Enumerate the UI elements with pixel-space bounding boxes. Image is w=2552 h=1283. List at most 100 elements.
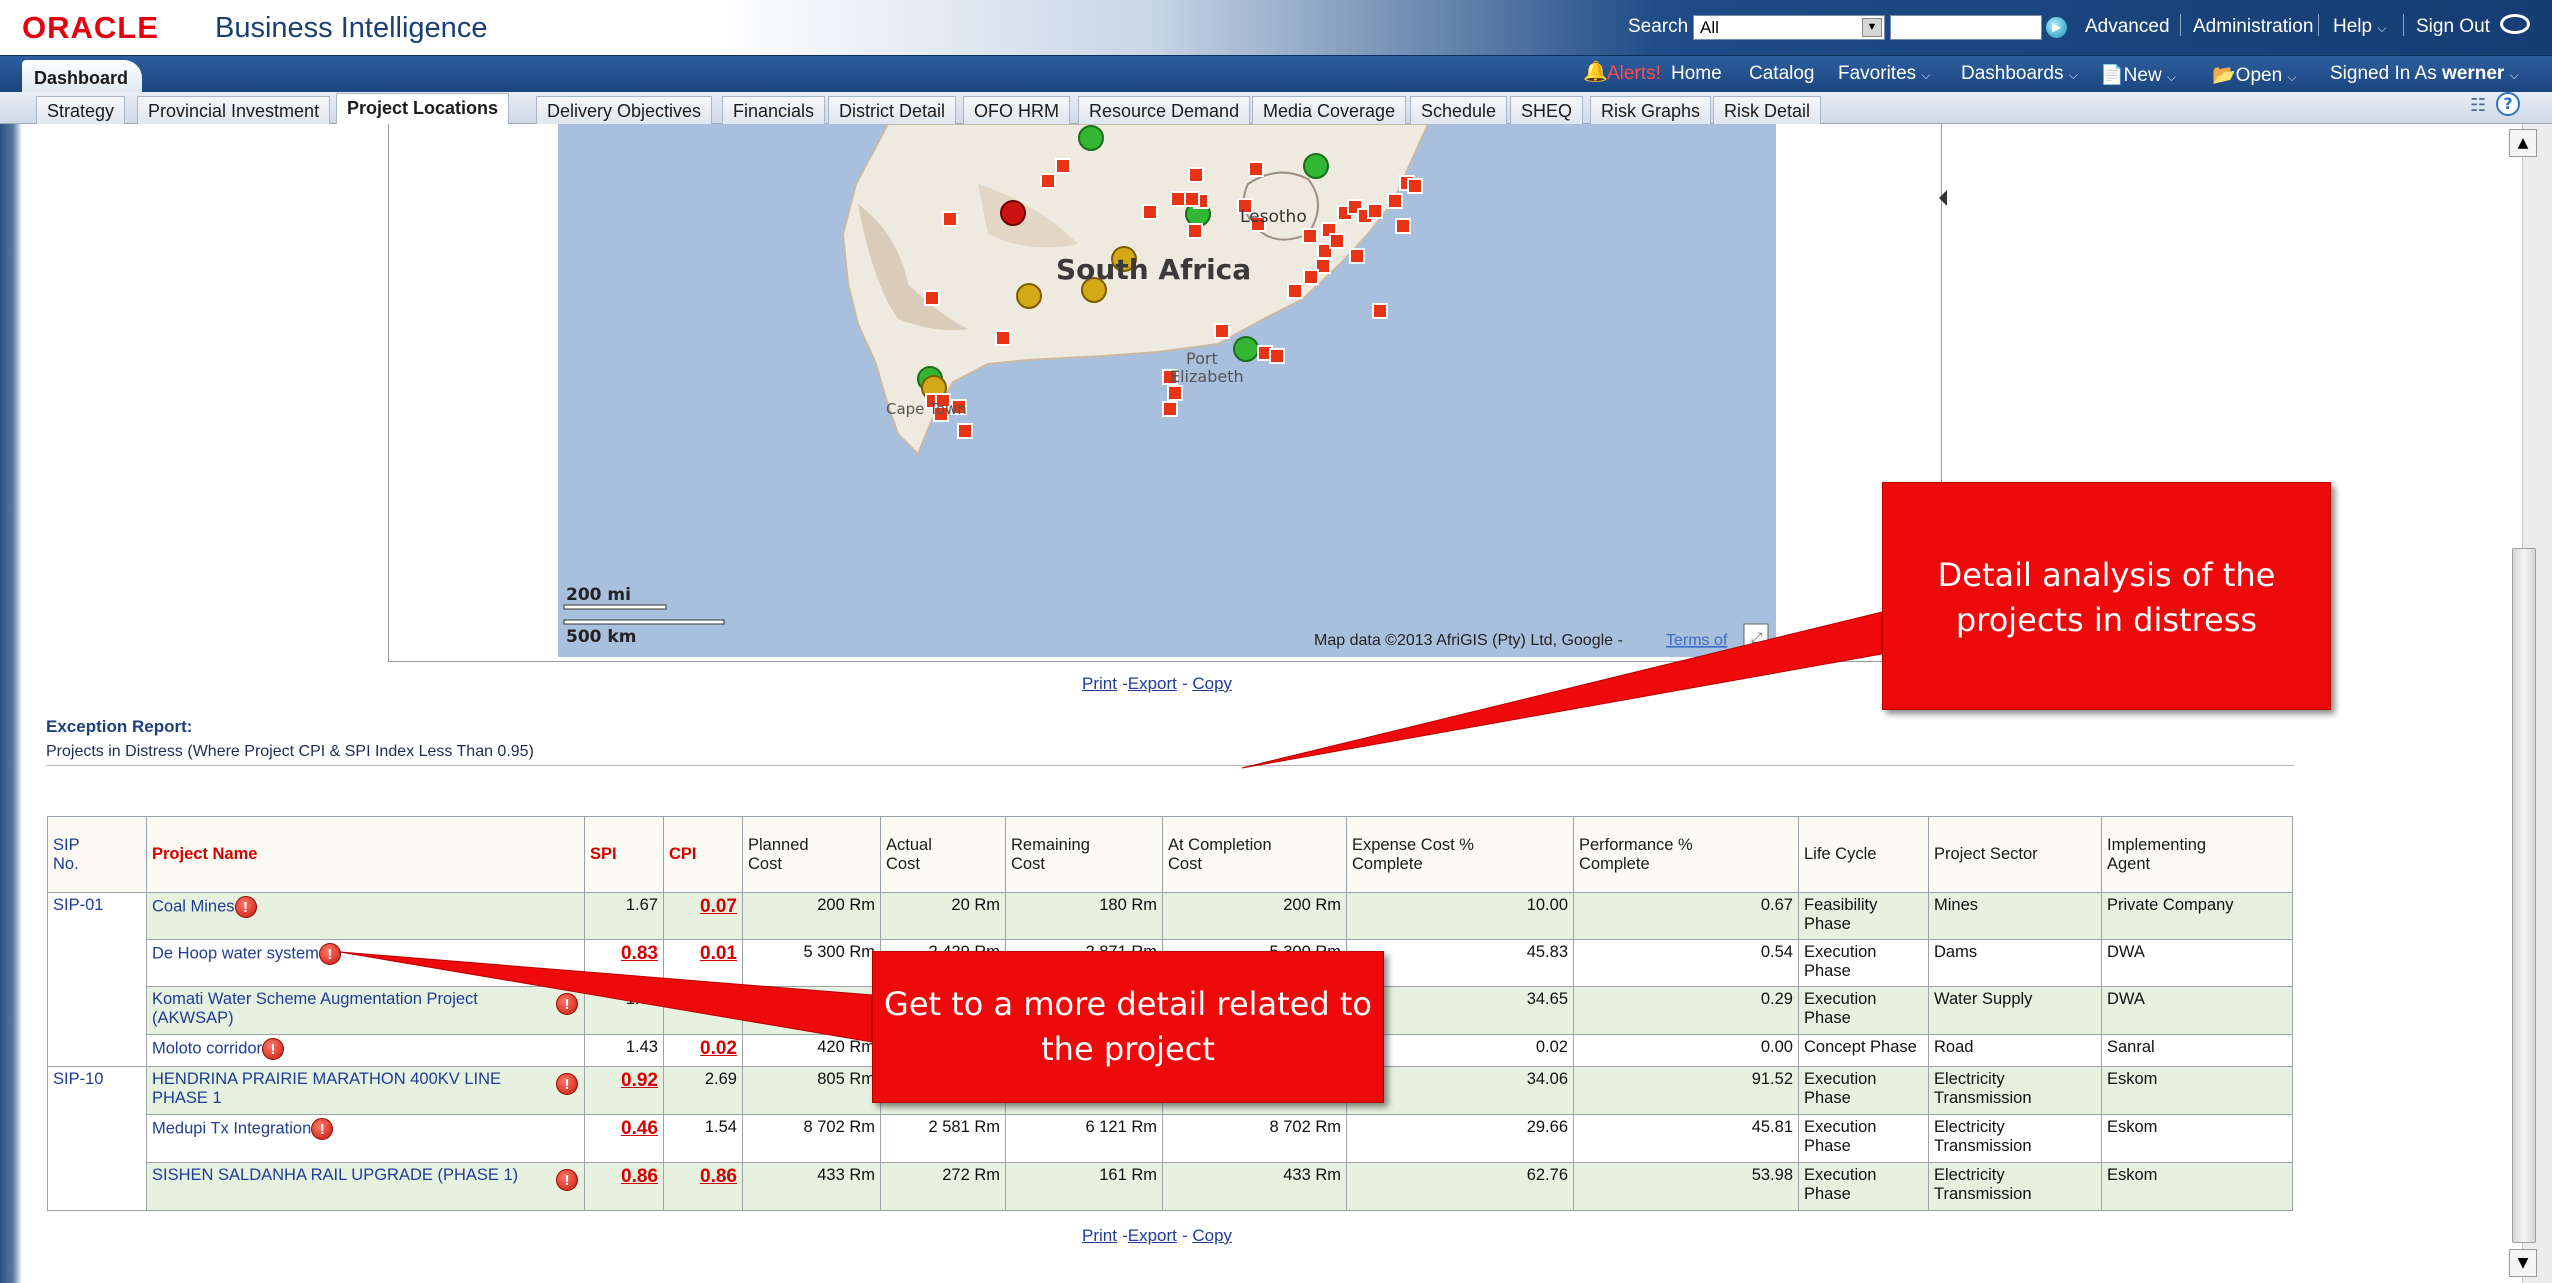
col-at-completion-cost[interactable]: At Completion Cost — [1162, 816, 1347, 893]
project-name-cell[interactable]: Coal Mines! — [146, 892, 585, 940]
tab-district-detail[interactable]: District Detail — [828, 96, 957, 124]
chevron-down-icon: ⌵ — [2377, 21, 2387, 35]
project-name-cell[interactable]: De Hoop water system! — [146, 939, 585, 987]
map-city-label: Lesotho — [1240, 207, 1307, 227]
tab-project-locations[interactable]: Project Locations — [336, 93, 510, 124]
col-planned-cost[interactable]: Planned Cost — [742, 816, 881, 893]
sign-out-icon[interactable] — [2500, 14, 2530, 34]
export-link[interactable]: Export — [1128, 1226, 1177, 1245]
tab-media-coverage[interactable]: Media Coverage — [1252, 96, 1407, 124]
search-scope-select[interactable]: All ▼ — [1693, 15, 1885, 40]
map-city-label: Port — [1186, 349, 1218, 368]
report-subtitle: Projects in Distress (Where Project CPI … — [46, 743, 534, 760]
tab-risk-graphs[interactable]: Risk Graphs — [1590, 96, 1712, 124]
col-sip[interactable]: SIP No. — [47, 816, 147, 893]
chevron-down-icon: ⌵ — [2166, 70, 2177, 84]
tab-delivery-objectives[interactable]: Delivery Objectives — [536, 96, 713, 124]
chevron-down-icon: ⌵ — [2509, 68, 2519, 82]
callout-detail-analysis: Detail analysis of the projects in distr… — [1882, 482, 2331, 710]
favorites-menu[interactable]: Favorites ⌵ — [1838, 63, 1931, 85]
col-project-name[interactable]: Project Name — [146, 816, 585, 893]
left-frame-border — [0, 124, 22, 1283]
warning-icon[interactable]: ! — [262, 1038, 285, 1060]
col-expense-cost-complete[interactable]: Expense Cost % Complete — [1346, 816, 1574, 893]
tab-strategy[interactable]: Strategy — [36, 96, 126, 124]
map-country-label: South Africa — [1056, 253, 1251, 286]
project-name-cell[interactable]: SISHEN SALDANHA RAIL UPGRADE (PHASE 1)! — [146, 1162, 585, 1211]
copy-link[interactable]: Copy — [1192, 674, 1232, 693]
product-name: Business Intelligence — [215, 12, 488, 44]
help-icon[interactable]: ? — [2496, 92, 2520, 116]
tab-resource-demand[interactable]: Resource Demand — [1078, 96, 1251, 124]
col-actual-cost[interactable]: Actual Cost — [880, 816, 1006, 893]
scroll-up-arrow-icon[interactable]: ▲ — [2509, 129, 2537, 157]
project-name-cell[interactable]: Moloto corridor! — [146, 1034, 585, 1067]
administration-link[interactable]: Administration — [2193, 16, 2313, 38]
warning-icon[interactable]: ! — [234, 896, 257, 918]
col-performance-complete[interactable]: Performance % Complete — [1573, 816, 1799, 893]
tab-risk-detail[interactable]: Risk Detail — [1713, 96, 1822, 124]
sign-out-link[interactable]: Sign Out — [2416, 16, 2490, 38]
chevron-down-icon: ⌵ — [2068, 68, 2078, 82]
project-name-cell[interactable]: Komati Water Scheme Augmentation Project… — [146, 986, 585, 1035]
tab-provincial-investment[interactable]: Provincial Investment — [137, 96, 331, 124]
home-link[interactable]: Home — [1671, 63, 1722, 85]
dropdown-arrow-icon: ▼ — [1862, 18, 1882, 37]
callout-more-detail: Get to a more detail related to the proj… — [872, 951, 1384, 1103]
bell-icon[interactable]: 🔔 — [1583, 59, 1608, 83]
map-scale-km: 500 km — [566, 627, 636, 647]
project-name-cell[interactable]: HENDRINA PRAIRIE MARATHON 400KV LINE PHA… — [146, 1066, 585, 1115]
search-input[interactable] — [1890, 15, 2042, 40]
copy-link[interactable]: Copy — [1192, 1226, 1232, 1245]
warning-icon[interactable]: ! — [556, 993, 578, 1015]
sip-cell[interactable]: SIP-10 — [47, 1066, 147, 1211]
col-implementing-agent[interactable]: Implementing Agent — [2101, 816, 2293, 893]
col-cpi[interactable]: CPI — [663, 816, 743, 893]
tab-ofo-hrm[interactable]: OFO HRM — [963, 96, 1070, 124]
map-fullscreen-icon: ⤢ — [1751, 630, 1762, 646]
top-header: ORACLE Business Intelligence Search All … — [0, 0, 2552, 56]
alerts-link[interactable]: Alerts! — [1607, 63, 1661, 85]
scroll-down-arrow-icon[interactable]: ▼ — [2509, 1249, 2537, 1277]
warning-icon[interactable]: ! — [311, 1118, 334, 1140]
table-row: SISHEN SALDANHA RAIL UPGRADE (PHASE 1)! … — [48, 1162, 2293, 1211]
table-row: Medupi Tx Integration! 0.46 1.54 8 702 R… — [48, 1114, 2293, 1163]
col-project-sector[interactable]: Project Sector — [1928, 816, 2102, 893]
project-name-cell[interactable]: Medupi Tx Integration! — [146, 1114, 585, 1163]
advanced-link[interactable]: Advanced — [2085, 16, 2170, 38]
page-options-icon[interactable]: ☷ — [2470, 95, 2488, 116]
export-link[interactable]: Export — [1128, 674, 1177, 693]
scrollbar-thumb[interactable] — [2512, 548, 2536, 1243]
tab-sheq[interactable]: SHEQ — [1510, 96, 1584, 124]
warning-icon[interactable]: ! — [556, 1073, 578, 1095]
help-menu[interactable]: Help ⌵ — [2333, 16, 2386, 38]
search-go-icon[interactable]: ▶ — [2046, 17, 2067, 38]
map-city-label: Elizabeth — [1170, 367, 1244, 386]
print-link[interactable]: Print — [1082, 1226, 1117, 1245]
col-remaining-cost[interactable]: Remaining Cost — [1005, 816, 1163, 893]
warning-icon[interactable]: ! — [318, 943, 341, 965]
map-scale-miles: 200 mi — [566, 585, 631, 605]
new-menu[interactable]: 📄New ⌵ — [2100, 63, 2176, 87]
search-label: Search — [1628, 16, 1689, 37]
catalog-link[interactable]: Catalog — [1749, 63, 1815, 85]
folder-icon: 📂 — [2212, 65, 2236, 86]
col-spi[interactable]: SPI — [584, 816, 664, 893]
map-terms-link: Terms of — [1666, 632, 1728, 649]
tab-financials[interactable]: Financials — [722, 96, 826, 124]
col-life-cycle[interactable]: Life Cycle — [1798, 816, 1929, 893]
signed-in-as[interactable]: Signed In As werner ⌵ — [2330, 63, 2519, 85]
warning-icon[interactable]: ! — [556, 1169, 578, 1191]
chevron-down-icon: ⌵ — [2287, 70, 2297, 84]
chevron-down-icon: ⌵ — [1921, 68, 1931, 82]
oracle-logo: ORACLE — [22, 10, 159, 45]
open-menu[interactable]: 📂Open ⌵ — [2212, 63, 2297, 87]
tab-schedule[interactable]: Schedule — [1410, 96, 1508, 124]
print-link[interactable]: Print — [1082, 674, 1117, 693]
map-attribution: Map data ©2013 AfriGIS (Pty) Ltd, Google… — [1314, 632, 1623, 649]
project-locations-map[interactable]: South Africa Lesotho Port Elizabeth Cape… — [558, 124, 1776, 657]
new-document-icon: 📄 — [2100, 65, 2124, 86]
table-row: SIP-01 Coal Mines! 1.67 0.07 200 Rm 20 R… — [47, 892, 2293, 1067]
sip-cell[interactable]: SIP-01 — [47, 892, 147, 1067]
dashboards-menu[interactable]: Dashboards ⌵ — [1961, 63, 2078, 85]
